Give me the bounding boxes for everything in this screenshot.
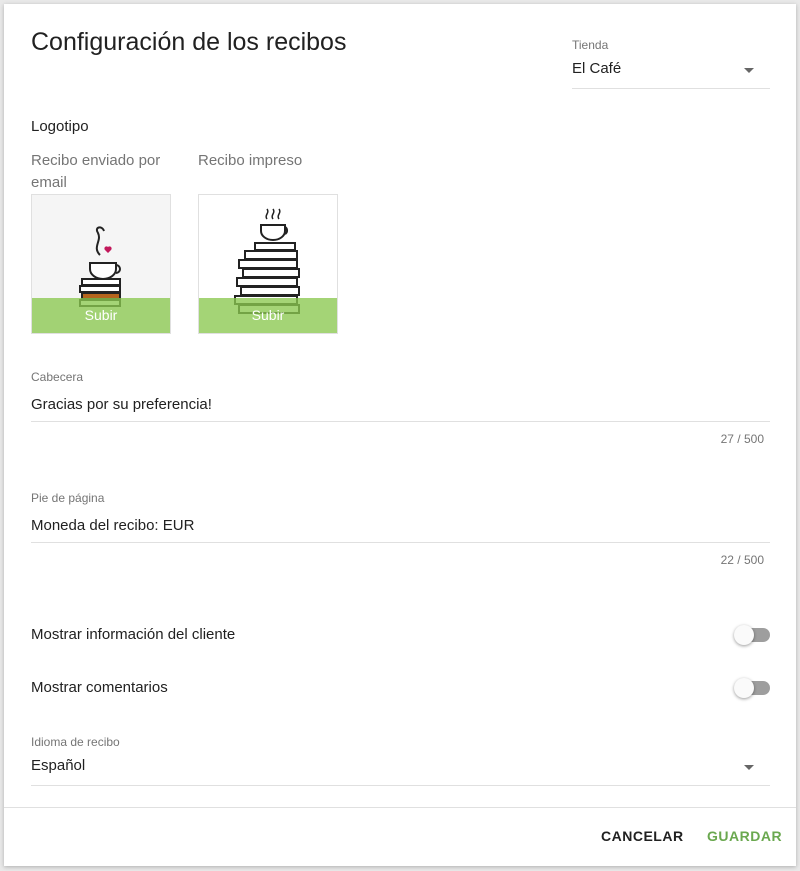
print-logo-upload[interactable]: Subir xyxy=(198,194,338,334)
save-button[interactable]: GUARDAR xyxy=(707,828,782,844)
chevron-down-icon xyxy=(744,765,754,770)
chevron-down-icon xyxy=(744,68,754,73)
show-customer-info-row: Mostrar información del cliente xyxy=(31,623,770,647)
cancel-button[interactable]: CANCELAR xyxy=(601,828,684,844)
actions-divider xyxy=(4,807,796,808)
show-customer-info-toggle[interactable] xyxy=(734,625,770,645)
store-select-value: El Café xyxy=(572,60,622,77)
show-comments-label: Mostrar comentarios xyxy=(31,679,168,696)
page-title: Configuración de los recibos xyxy=(31,28,347,56)
receipt-language-label: Idioma de recibo xyxy=(31,735,120,749)
store-select[interactable]: Tienda El Café xyxy=(572,38,770,89)
store-select-label: Tienda xyxy=(572,38,609,52)
footer-char-counter: 22 / 500 xyxy=(720,553,764,567)
toggle-thumb xyxy=(734,625,754,645)
header-field-value[interactable]: Gracias por su preferencia! xyxy=(31,396,212,413)
footer-field-value[interactable]: Moneda del recibo: EUR xyxy=(31,517,194,534)
email-logo-upload[interactable]: Subir xyxy=(31,194,171,334)
header-text-field[interactable]: Cabecera Gracias por su preferencia! xyxy=(31,370,770,422)
toggle-thumb xyxy=(734,678,754,698)
header-char-counter: 27 / 500 xyxy=(720,432,764,446)
footer-field-label: Pie de página xyxy=(31,491,105,505)
receipt-settings-dialog: Configuración de los recibos Tienda El C… xyxy=(4,4,796,866)
upload-button[interactable]: Subir xyxy=(32,298,170,333)
footer-text-field[interactable]: Pie de página Moneda del recibo: EUR xyxy=(31,491,770,543)
upload-button[interactable]: Subir xyxy=(199,298,337,333)
receipt-language-value: Español xyxy=(31,757,86,774)
receipt-language-select[interactable]: Idioma de recibo Español xyxy=(31,735,770,786)
logo-section-title: Logotipo xyxy=(31,118,89,135)
show-comments-toggle[interactable] xyxy=(734,678,770,698)
show-comments-row: Mostrar comentarios xyxy=(31,676,770,700)
print-logo-caption: Recibo impreso xyxy=(198,152,303,169)
header-field-label: Cabecera xyxy=(31,370,84,384)
email-logo-caption: Recibo enviado por email xyxy=(31,152,161,191)
show-customer-info-label: Mostrar información del cliente xyxy=(31,626,236,643)
